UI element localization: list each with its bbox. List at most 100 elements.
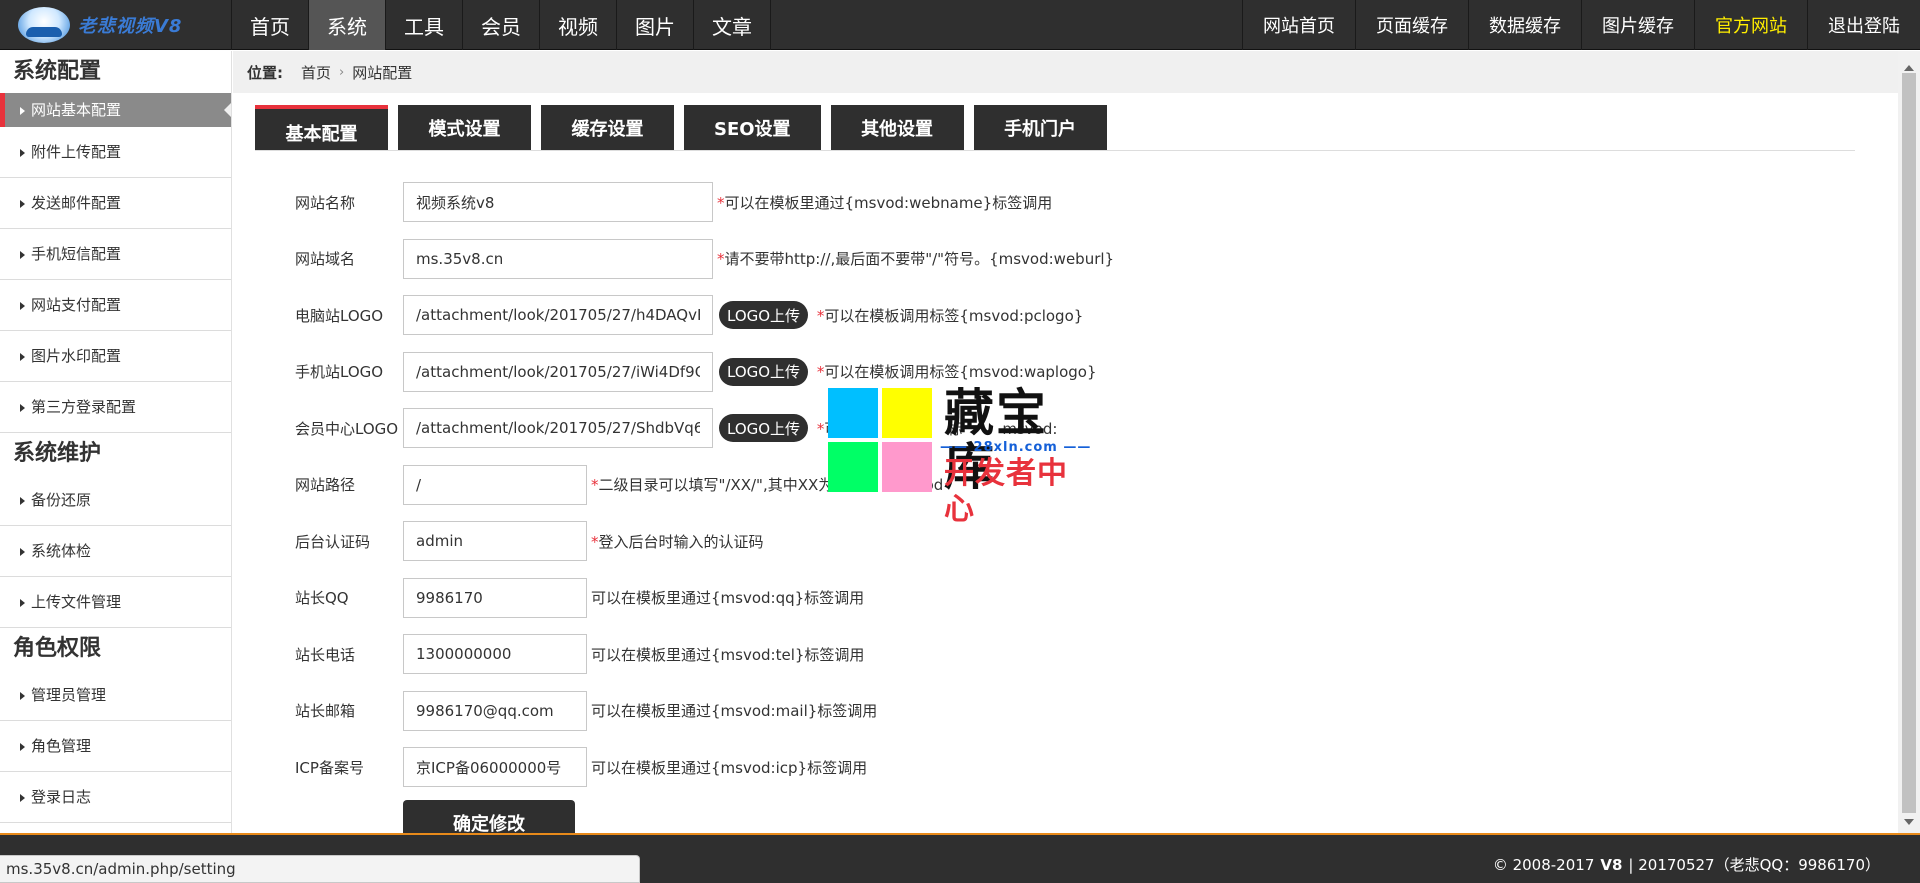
sidebar-item-basic-config[interactable]: 网站基本配置: [0, 93, 231, 127]
sidebar-item-admins[interactable]: 管理员管理: [0, 670, 231, 721]
tab-basic[interactable]: 基本配置: [255, 105, 388, 150]
sidebar-item-mail-config[interactable]: 发送邮件配置: [0, 178, 231, 229]
icp-hint: 可以在模板里通过{msvod:icp}标签调用: [591, 758, 868, 777]
nav-tools[interactable]: 工具: [386, 0, 463, 50]
sidebar-item-label: 发送邮件配置: [31, 194, 122, 212]
copyright: © 2008-2017 V8 | 20170527（老悲QQ：9986170）: [1492, 856, 1880, 874]
watermark-url: —— 28xln.com ——: [940, 440, 1092, 455]
chevron-right-icon: ›: [339, 64, 345, 80]
nav-video[interactable]: 视频: [540, 0, 617, 50]
sidebar-section-title: 角色权限: [13, 636, 102, 661]
nav-page-cache[interactable]: 页面缓存: [1355, 0, 1468, 50]
logo-text: 老悲视频V8: [78, 16, 183, 37]
nav-logout[interactable]: 退出登陆: [1807, 0, 1920, 50]
webname-input[interactable]: [403, 182, 713, 223]
sidebar-section-title: 系统配置: [13, 59, 102, 84]
nav-system[interactable]: 系统: [309, 0, 386, 50]
icp-input[interactable]: [403, 747, 587, 788]
caret-right-icon: [20, 403, 25, 412]
watermark-subtitle: 开发者中心: [944, 456, 1068, 527]
path-input[interactable]: [403, 464, 587, 505]
pclogo-label: 电脑站LOGO: [295, 306, 384, 325]
waplogo-upload-button[interactable]: LOGO上传: [719, 357, 809, 386]
sidebar-item-payment-config[interactable]: 网站支付配置: [0, 280, 231, 331]
mail-label: 站长邮箱: [295, 702, 356, 721]
watermark-pink-square: [882, 442, 932, 492]
sidebar-item-login-log[interactable]: 登录日志: [0, 772, 231, 823]
caret-right-icon: [20, 547, 25, 556]
tel-input[interactable]: [403, 634, 587, 675]
nav-images[interactable]: 图片: [617, 0, 694, 50]
sidebar-item-health-check[interactable]: 系统体检: [0, 526, 231, 577]
sidebar-item-label: 第三方登录配置: [31, 398, 137, 416]
watermark-green-square: [828, 442, 878, 492]
form-row-pclogo: 电脑站LOGO LOGO上传 *可以在模板调用标签{msvod:pclogo}: [295, 287, 1795, 344]
sidebar-item-file-manager[interactable]: 上传文件管理: [0, 577, 231, 628]
config-tabs: 基本配置 模式设置 缓存设置 SEO设置 其他设置 手机门户: [255, 105, 1117, 150]
watermark-yellow-square: [882, 388, 932, 438]
caret-right-icon: [20, 496, 25, 505]
nav-official-site[interactable]: 官方网站: [1694, 0, 1807, 50]
caret-right-icon: [20, 106, 25, 115]
logo[interactable]: 老悲视频V8: [0, 0, 232, 50]
tab-cache[interactable]: 缓存设置: [541, 105, 674, 150]
sidebar-item-roles[interactable]: 角色管理: [0, 721, 231, 772]
sidebar-item-watermark-config[interactable]: 图片水印配置: [0, 331, 231, 382]
sidebar-item-label: 管理员管理: [31, 686, 107, 704]
pclogo-upload-button[interactable]: LOGO上传: [719, 301, 809, 330]
form-row-tel: 站长电话 可以在模板里通过{msvod:tel}标签调用: [295, 626, 1795, 683]
form-row-mail: 站长邮箱 可以在模板里通过{msvod:mail}标签调用: [295, 683, 1795, 740]
sidebar-item-label: 图片水印配置: [31, 347, 122, 365]
watermark-blue-square: [828, 388, 878, 438]
tab-other[interactable]: 其他设置: [830, 105, 964, 150]
vertical-scrollbar[interactable]: [1898, 51, 1920, 833]
qq-input[interactable]: [403, 577, 587, 618]
sidebar-item-label: 系统体检: [31, 542, 92, 560]
authcode-label: 后台认证码: [295, 532, 371, 551]
waplogo-hint: *可以在模板调用标签{msvod:waplogo}: [812, 363, 1097, 382]
sidebar-item-upload-config[interactable]: 附件上传配置: [0, 127, 231, 178]
breadcrumb: 位置: 首页 › 网站配置: [233, 51, 1898, 93]
caret-right-icon: [20, 691, 25, 700]
sidebar-item-backup[interactable]: 备份还原: [0, 475, 231, 526]
webname-label: 网站名称: [295, 193, 356, 212]
weburl-input[interactable]: [403, 238, 713, 279]
userlogo-upload-button[interactable]: LOGO上传: [719, 414, 809, 443]
sidebar-item-oauth-config[interactable]: 第三方登录配置: [0, 382, 231, 433]
waplogo-input[interactable]: [403, 351, 713, 392]
watermark: 藏宝库 —— 28xln.com —— 开发者中心: [828, 386, 1098, 527]
weburl-hint: *请不要带http://,最后面不要带"/"符号。{msvod:weburl}: [717, 250, 1115, 269]
nav-articles[interactable]: 文章: [694, 0, 771, 50]
caret-right-icon: [20, 250, 25, 259]
userlogo-label: 会员中心LOGO: [295, 419, 399, 438]
pclogo-input[interactable]: [403, 295, 713, 336]
mail-input[interactable]: [403, 690, 587, 731]
breadcrumb-home-link[interactable]: 首页: [301, 62, 331, 83]
nav-data-cache[interactable]: 数据缓存: [1468, 0, 1581, 50]
tab-mobile[interactable]: 手机门户: [973, 105, 1107, 150]
nav-home[interactable]: 首页: [232, 0, 309, 50]
scroll-thumb[interactable]: [1902, 73, 1916, 813]
breadcrumb-label: 位置:: [247, 63, 283, 82]
top-nav-bar: 老悲视频V8 首页 系统 工具 会员 视频 图片 文章 网站首页 页面缓存 数据…: [0, 0, 1920, 50]
userlogo-input[interactable]: [403, 408, 713, 449]
utility-nav: 网站首页 页面缓存 数据缓存 图片缓存 官方网站 退出登陆: [1242, 0, 1920, 50]
weburl-label: 网站域名: [295, 250, 356, 269]
sidebar-item-sms-config[interactable]: 手机短信配置: [0, 229, 231, 280]
scroll-down-arrow-icon[interactable]: [1904, 819, 1914, 825]
logo-cloud-icon: [18, 7, 70, 43]
tab-seo[interactable]: SEO设置: [684, 105, 821, 150]
authcode-hint: *登入后台时输入的认证码: [591, 532, 764, 551]
tab-divider: [255, 150, 1855, 151]
nav-members[interactable]: 会员: [463, 0, 540, 50]
tel-label: 站长电话: [295, 645, 356, 664]
authcode-input[interactable]: [403, 521, 587, 562]
tel-hint: 可以在模板里通过{msvod:tel}标签调用: [591, 645, 865, 664]
tab-mode[interactable]: 模式设置: [398, 105, 531, 150]
nav-image-cache[interactable]: 图片缓存: [1581, 0, 1694, 50]
caret-right-icon: [20, 148, 25, 157]
waplogo-label: 手机站LOGO: [295, 363, 384, 382]
scroll-up-arrow-icon[interactable]: [1904, 65, 1914, 71]
form-row-icp: ICP备案号 可以在模板里通过{msvod:icp}标签调用: [295, 739, 1795, 796]
nav-site-home[interactable]: 网站首页: [1242, 0, 1355, 50]
